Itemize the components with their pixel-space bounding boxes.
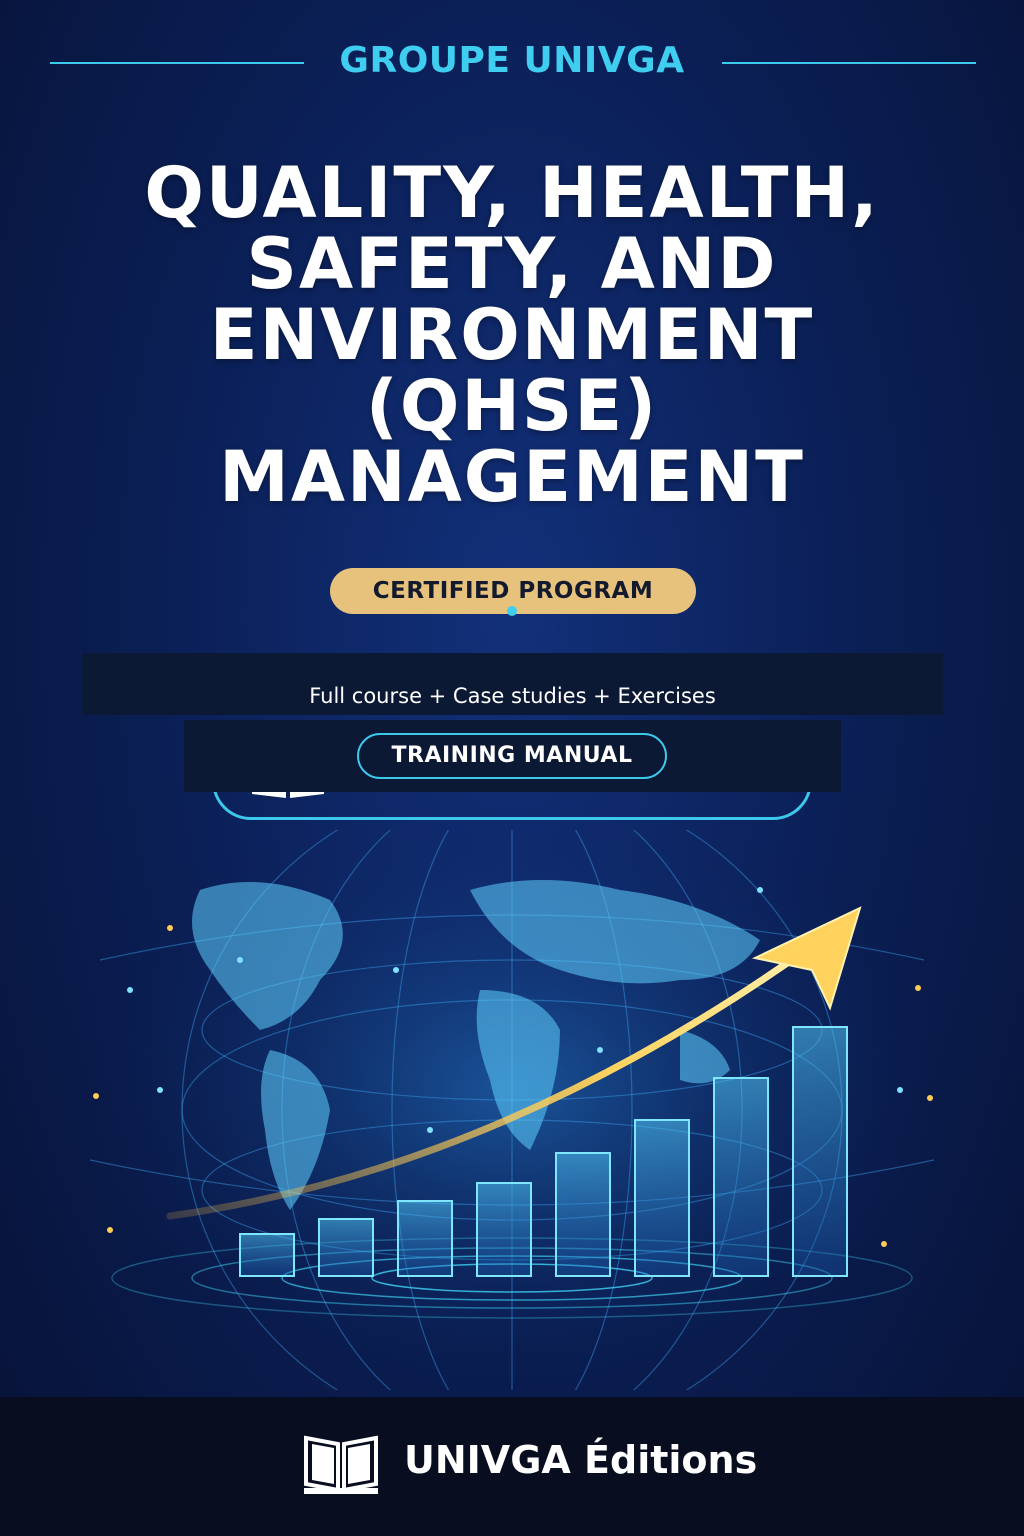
- globe-illustration: [72, 830, 952, 1390]
- badge-dot: [507, 606, 517, 616]
- illustration-bar: [476, 1182, 532, 1277]
- publisher-name: UNIVGA Éditions: [404, 1438, 758, 1482]
- illustration-bar: [792, 1026, 848, 1277]
- brand-name: GROUPE UNIVGA: [339, 40, 685, 81]
- training-manual-badge: TRAINING MANUAL: [357, 733, 667, 779]
- title-line: (QHSE): [365, 365, 659, 447]
- illustration-bar: [555, 1152, 611, 1277]
- illustration-bar: [713, 1077, 769, 1277]
- illustration-bar: [239, 1233, 295, 1277]
- illustration-bar: [634, 1119, 690, 1277]
- subtitle: Full course + Case studies + Exercises: [309, 684, 716, 708]
- illustration-bar: [397, 1200, 453, 1277]
- title-line: SAFETY, AND: [246, 223, 778, 305]
- title-line: QUALITY, HEALTH,: [144, 152, 880, 234]
- illustration-bar: [318, 1218, 374, 1277]
- title-line: MANAGEMENT: [219, 436, 805, 518]
- book-title: QUALITY, HEALTH, SAFETY, AND ENVIRONMENT…: [60, 158, 964, 513]
- book-icon: [304, 1435, 378, 1494]
- title-line: ENVIRONMENT: [209, 294, 815, 376]
